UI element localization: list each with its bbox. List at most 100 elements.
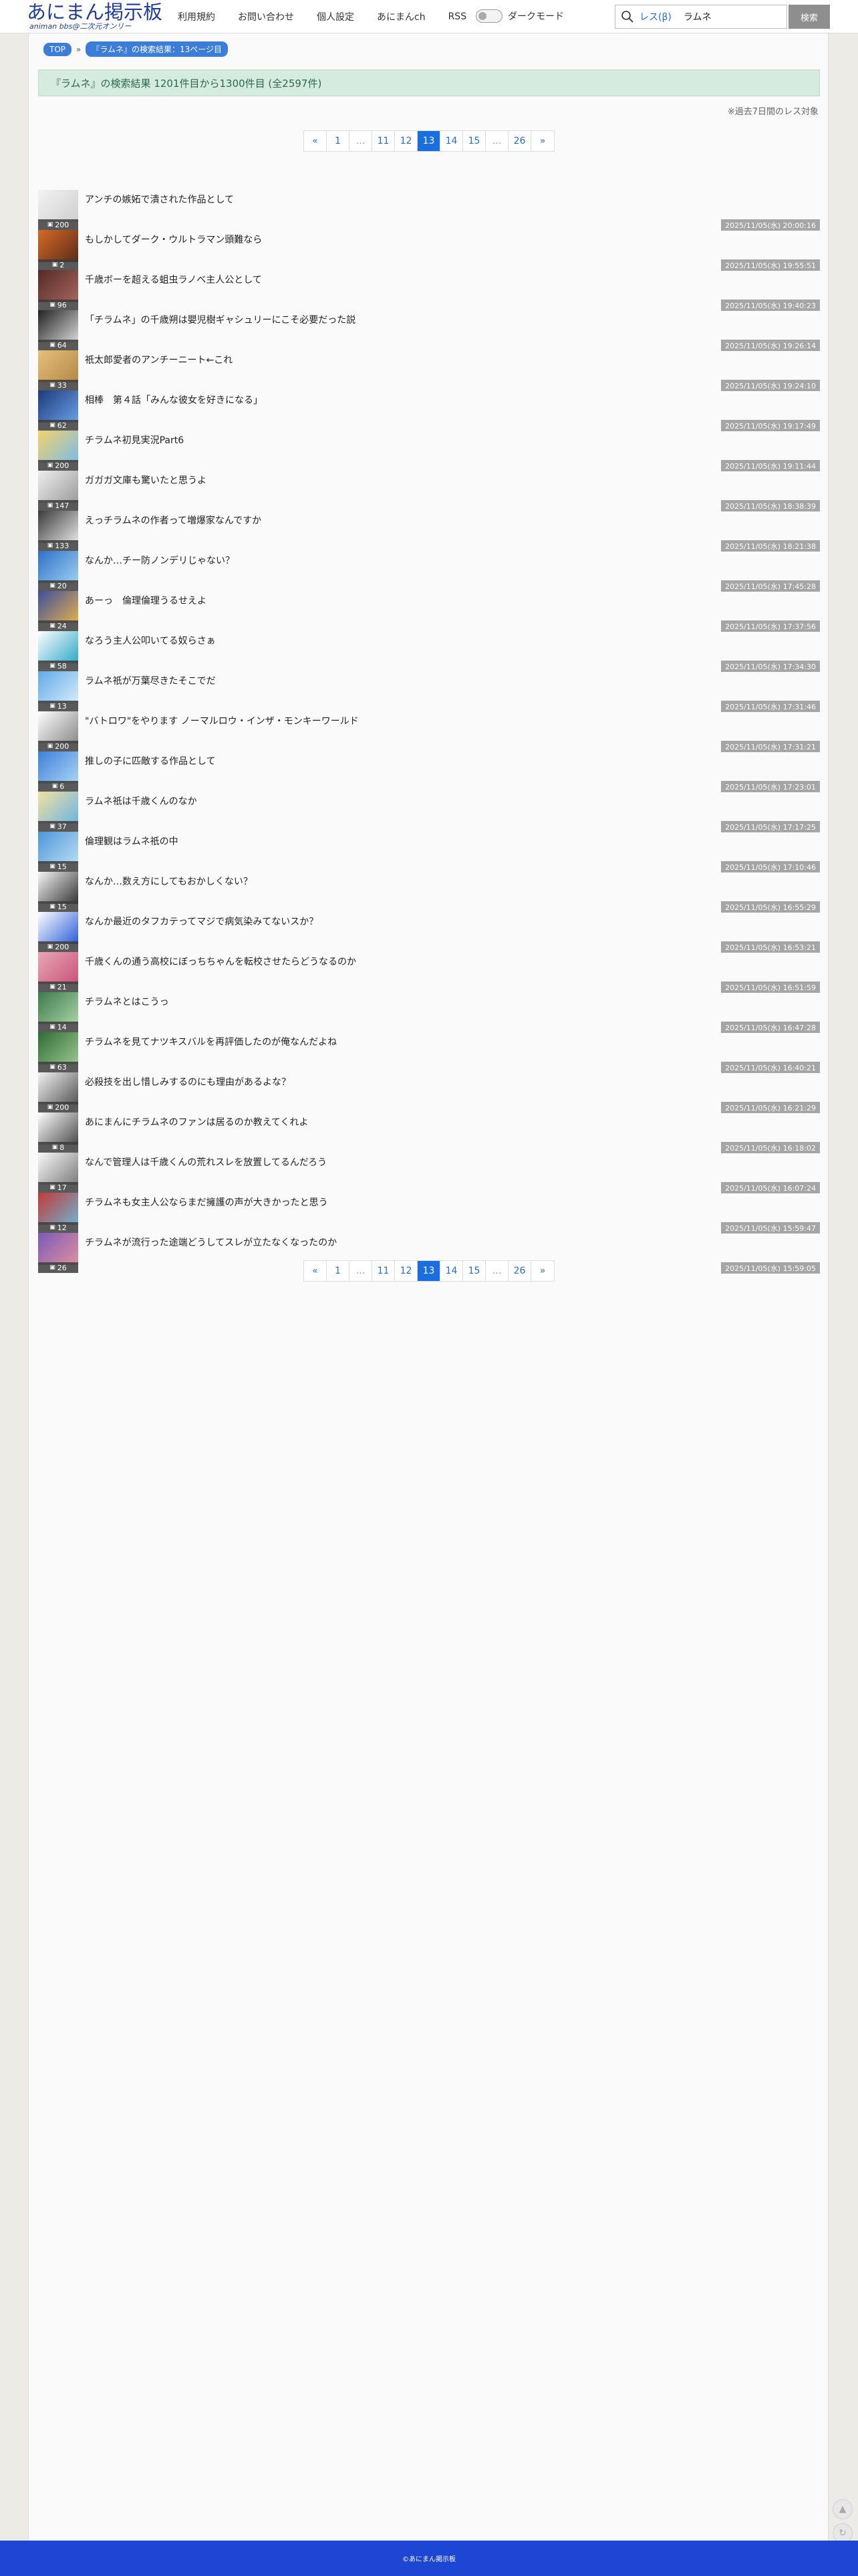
scroll-top-button[interactable]: ▲: [833, 2499, 853, 2519]
pager-page[interactable]: 15: [463, 1261, 486, 1281]
pager-page[interactable]: 12: [395, 131, 418, 151]
thread-row[interactable]: ▣ 62 相棒 第４話「みんな彼女を好きになる」 2025/11/05(水) 19:1…: [38, 390, 820, 431]
search-scope-select[interactable]: レス(β): [639, 10, 672, 23]
pager-page[interactable]: 15: [463, 131, 486, 151]
thread-thumbnail[interactable]: ▣ 64: [38, 310, 78, 350]
thread-thumbnail[interactable]: ▣ 200: [38, 431, 78, 471]
thread-row[interactable]: ▣ 15 倫理観はラムネ祇の中 2025/11/05(水) 17:10:46: [38, 832, 820, 872]
thread-title[interactable]: あにまんにチラムネのファンは居るのか教えてくれよ: [85, 1115, 308, 1129]
pager-page[interactable]: 26: [509, 1261, 531, 1281]
nav-animanch[interactable]: あにまんch: [377, 10, 426, 23]
thread-title[interactable]: 推しの子に匹敵する作品として: [85, 754, 216, 768]
thread-title[interactable]: チラムネが流行った途端どうしてスレが立たなくなったのか: [85, 1236, 337, 1249]
nav-settings[interactable]: 個人設定: [317, 10, 354, 23]
pager-ellipsis[interactable]: ...: [349, 131, 372, 151]
thread-thumbnail[interactable]: ▣ 24: [38, 591, 78, 631]
thread-title[interactable]: えっチラムネの作者って増爆家なんですか: [85, 513, 261, 527]
thread-thumbnail[interactable]: ▣ 200: [38, 912, 78, 952]
thread-thumbnail[interactable]: ▣ 8: [38, 1113, 78, 1153]
pager-page[interactable]: 11: [372, 131, 395, 151]
thread-row[interactable]: ▣ 63 チラムネを見てナツキスバルを再評価したのが俺なんだよね 2025/11/05…: [38, 1032, 820, 1073]
pager-page[interactable]: 14: [440, 131, 463, 151]
thread-row[interactable]: ▣ 12 チラムネも女主人公ならまだ擁護の声が大きかったと思う 2025/11/05(…: [38, 1193, 820, 1234]
toggle-track[interactable]: [476, 9, 503, 23]
thread-title[interactable]: なろう主人公叩いてる奴らさぁ: [85, 634, 216, 647]
thread-row[interactable]: ▣ 15 なんか…数え方にしてもおかしくない？ 2025/11/05(水) 16:55…: [38, 872, 820, 913]
thread-title[interactable]: ラムネ祇は千歳くんのなか: [85, 794, 197, 808]
thread-thumbnail[interactable]: ▣ 33: [38, 350, 78, 390]
thread-title[interactable]: 「チラムネ」の千歳朔は嬰児樹ギャシュリーにこそ必要だった説: [85, 313, 355, 326]
thread-title[interactable]: アンチの嫉妬で潰された作品として: [85, 193, 234, 206]
thread-thumbnail[interactable]: ▣ 200: [38, 711, 78, 751]
thread-row[interactable]: ▣ 24 あーっ 倫理倫理うるせえよ 2025/11/05(水) 17:37:56: [38, 591, 820, 632]
thread-row[interactable]: ▣ 200 アンチの嫉妬で潰された作品として 2025/11/05(水) 20:00:…: [38, 190, 820, 231]
thread-row[interactable]: ▣ 200 "バトロワ"をやります ノーマルロウ・インザ・モンキーワールド 2025/…: [38, 711, 820, 752]
thread-thumbnail[interactable]: ▣ 200: [38, 1072, 78, 1113]
thread-thumbnail[interactable]: ▣ 13: [38, 671, 78, 711]
thread-row[interactable]: ▣ 96 千歳ボーを超える蛆虫ラノベ主人公として 2025/11/05(水) 19:4…: [38, 270, 820, 311]
thread-row[interactable]: ▣ 13 ラムネ祇が万葉尽きたそこでだ 2025/11/05(水) 17:31:46: [38, 671, 820, 712]
thread-row[interactable]: ▣ 2 もしかしてダーク・ウルトラマン頭難なら 2025/11/05(水) 19:55…: [38, 230, 820, 271]
pager-page[interactable]: 1: [327, 131, 349, 151]
pager-page[interactable]: 26: [509, 131, 531, 151]
pager-page[interactable]: 13: [418, 1261, 440, 1281]
thread-title[interactable]: なんか…数え方にしてもおかしくない？: [85, 874, 253, 888]
thread-row[interactable]: ▣ 200 なんか最近のタフカテってマジで病気染みてないスか？ 2025/11/05(…: [38, 912, 820, 953]
thread-row[interactable]: ▣ 6 推しの子に匹敵する作品として 2025/11/05(水) 17:23:01: [38, 751, 820, 792]
search-input[interactable]: [683, 11, 770, 22]
nav-contact[interactable]: お問い合わせ: [238, 10, 294, 23]
pager-next-button[interactable]: »: [531, 1261, 554, 1281]
thread-row[interactable]: ▣ 133 えっチラムネの作者って増爆家なんですか 2025/11/05(水) 18:…: [38, 511, 820, 552]
thread-thumbnail[interactable]: ▣ 17: [38, 1153, 78, 1193]
thread-thumbnail[interactable]: ▣ 58: [38, 631, 78, 671]
thread-thumbnail[interactable]: ▣ 200: [38, 190, 78, 230]
thread-title[interactable]: なんか…チー防ノンデリじゃない？: [85, 554, 235, 567]
thread-thumbnail[interactable]: ▣ 12: [38, 1193, 78, 1233]
thread-row[interactable]: ▣ 200 必殺技を出し惜しみするのにも理由があるよな？ 2025/11/05(水) …: [38, 1072, 820, 1113]
thread-title[interactable]: チラムネも女主人公ならまだ擁護の声が大きかったと思う: [85, 1195, 328, 1209]
thread-row[interactable]: ▣ 14 チラムネとはこうっ 2025/11/05(水) 16:47:28: [38, 992, 820, 1033]
thread-row[interactable]: ▣ 21 千歳くんの通う高校にぼっちちゃんを転校させたらどうなるのか 2025/11/…: [38, 952, 820, 993]
thread-title[interactable]: "バトロワ"をやります ノーマルロウ・インザ・モンキーワールド: [85, 714, 359, 727]
thread-row[interactable]: ▣ 33 祇太郎愛者のアンチーニート←これ 2025/11/05(水) 19:24:1…: [38, 350, 820, 391]
thread-thumbnail[interactable]: ▣ 2: [38, 230, 78, 270]
thread-thumbnail[interactable]: ▣ 133: [38, 511, 78, 551]
nav-rss[interactable]: RSS: [448, 11, 467, 22]
thread-thumbnail[interactable]: ▣ 15: [38, 872, 78, 912]
thread-title[interactable]: 倫理観はラムネ祇の中: [85, 834, 178, 848]
thread-thumbnail[interactable]: ▣ 15: [38, 832, 78, 872]
breadcrumb-current[interactable]: 『ラムネ』の検索結果：13ページ目: [86, 41, 229, 57]
pager-prev-button[interactable]: «: [304, 1261, 327, 1281]
thread-thumbnail[interactable]: ▣ 147: [38, 471, 78, 511]
thread-title[interactable]: ラムネ祇が万葉尽きたそこでだ: [85, 674, 216, 687]
search-button[interactable]: 検索: [789, 5, 830, 29]
thread-thumbnail[interactable]: ▣ 21: [38, 952, 78, 992]
thread-title[interactable]: チラムネ初見実況Part6: [85, 433, 184, 447]
thread-row[interactable]: ▣ 20 なんか…チー防ノンデリじゃない？ 2025/11/05(水) 17:45:2…: [38, 551, 820, 592]
thread-row[interactable]: ▣ 37 ラムネ祇は千歳くんのなか 2025/11/05(水) 17:17:25: [38, 792, 820, 832]
pager-page[interactable]: 14: [440, 1261, 463, 1281]
site-logo[interactable]: あにまん掲示板 animan bbs@二次元オンリー: [27, 1, 167, 32]
pager-page[interactable]: 13: [418, 131, 440, 151]
thread-thumbnail[interactable]: ▣ 96: [38, 270, 78, 310]
dark-mode-toggle[interactable]: ダークモード: [476, 9, 564, 23]
thread-title[interactable]: もしかしてダーク・ウルトラマン頭難なら: [85, 233, 262, 246]
pager-page[interactable]: 11: [372, 1261, 395, 1281]
thread-thumbnail[interactable]: ▣ 20: [38, 551, 78, 591]
pager-ellipsis[interactable]: ...: [486, 131, 509, 151]
thread-row[interactable]: ▣ 8 あにまんにチラムネのファンは居るのか教えてくれよ 2025/11/05(水) …: [38, 1113, 820, 1153]
thread-title[interactable]: チラムネを見てナツキスバルを再評価したのが俺なんだよね: [85, 1035, 337, 1048]
thread-title[interactable]: なんで管理人は千歳くんの荒れスレを放置してるんだろう: [85, 1155, 327, 1169]
thread-row[interactable]: ▣ 58 なろう主人公叩いてる奴らさぁ 2025/11/05(水) 17:34:30: [38, 631, 820, 672]
thread-title[interactable]: チラムネとはこうっ: [85, 995, 169, 1008]
breadcrumb-top[interactable]: TOP: [43, 42, 72, 56]
thread-title[interactable]: あーっ 倫理倫理うるせえよ: [85, 594, 206, 607]
thread-thumbnail[interactable]: ▣ 62: [38, 390, 78, 431]
thread-title[interactable]: 千歳ボーを超える蛆虫ラノベ主人公として: [85, 273, 262, 286]
thread-row[interactable]: ▣ 17 なんで管理人は千歳くんの荒れスレを放置してるんだろう 2025/11/05(…: [38, 1153, 820, 1193]
pager-page[interactable]: 12: [395, 1261, 418, 1281]
thread-title[interactable]: 必殺技を出し惜しみするのにも理由があるよな？: [85, 1075, 291, 1088]
pager-ellipsis[interactable]: ...: [349, 1261, 372, 1281]
thread-row[interactable]: ▣ 147 ガガガ文庫も驚いたと思うよ 2025/11/05(水) 18:38:39: [38, 471, 820, 511]
thread-thumbnail[interactable]: ▣ 63: [38, 1032, 78, 1072]
